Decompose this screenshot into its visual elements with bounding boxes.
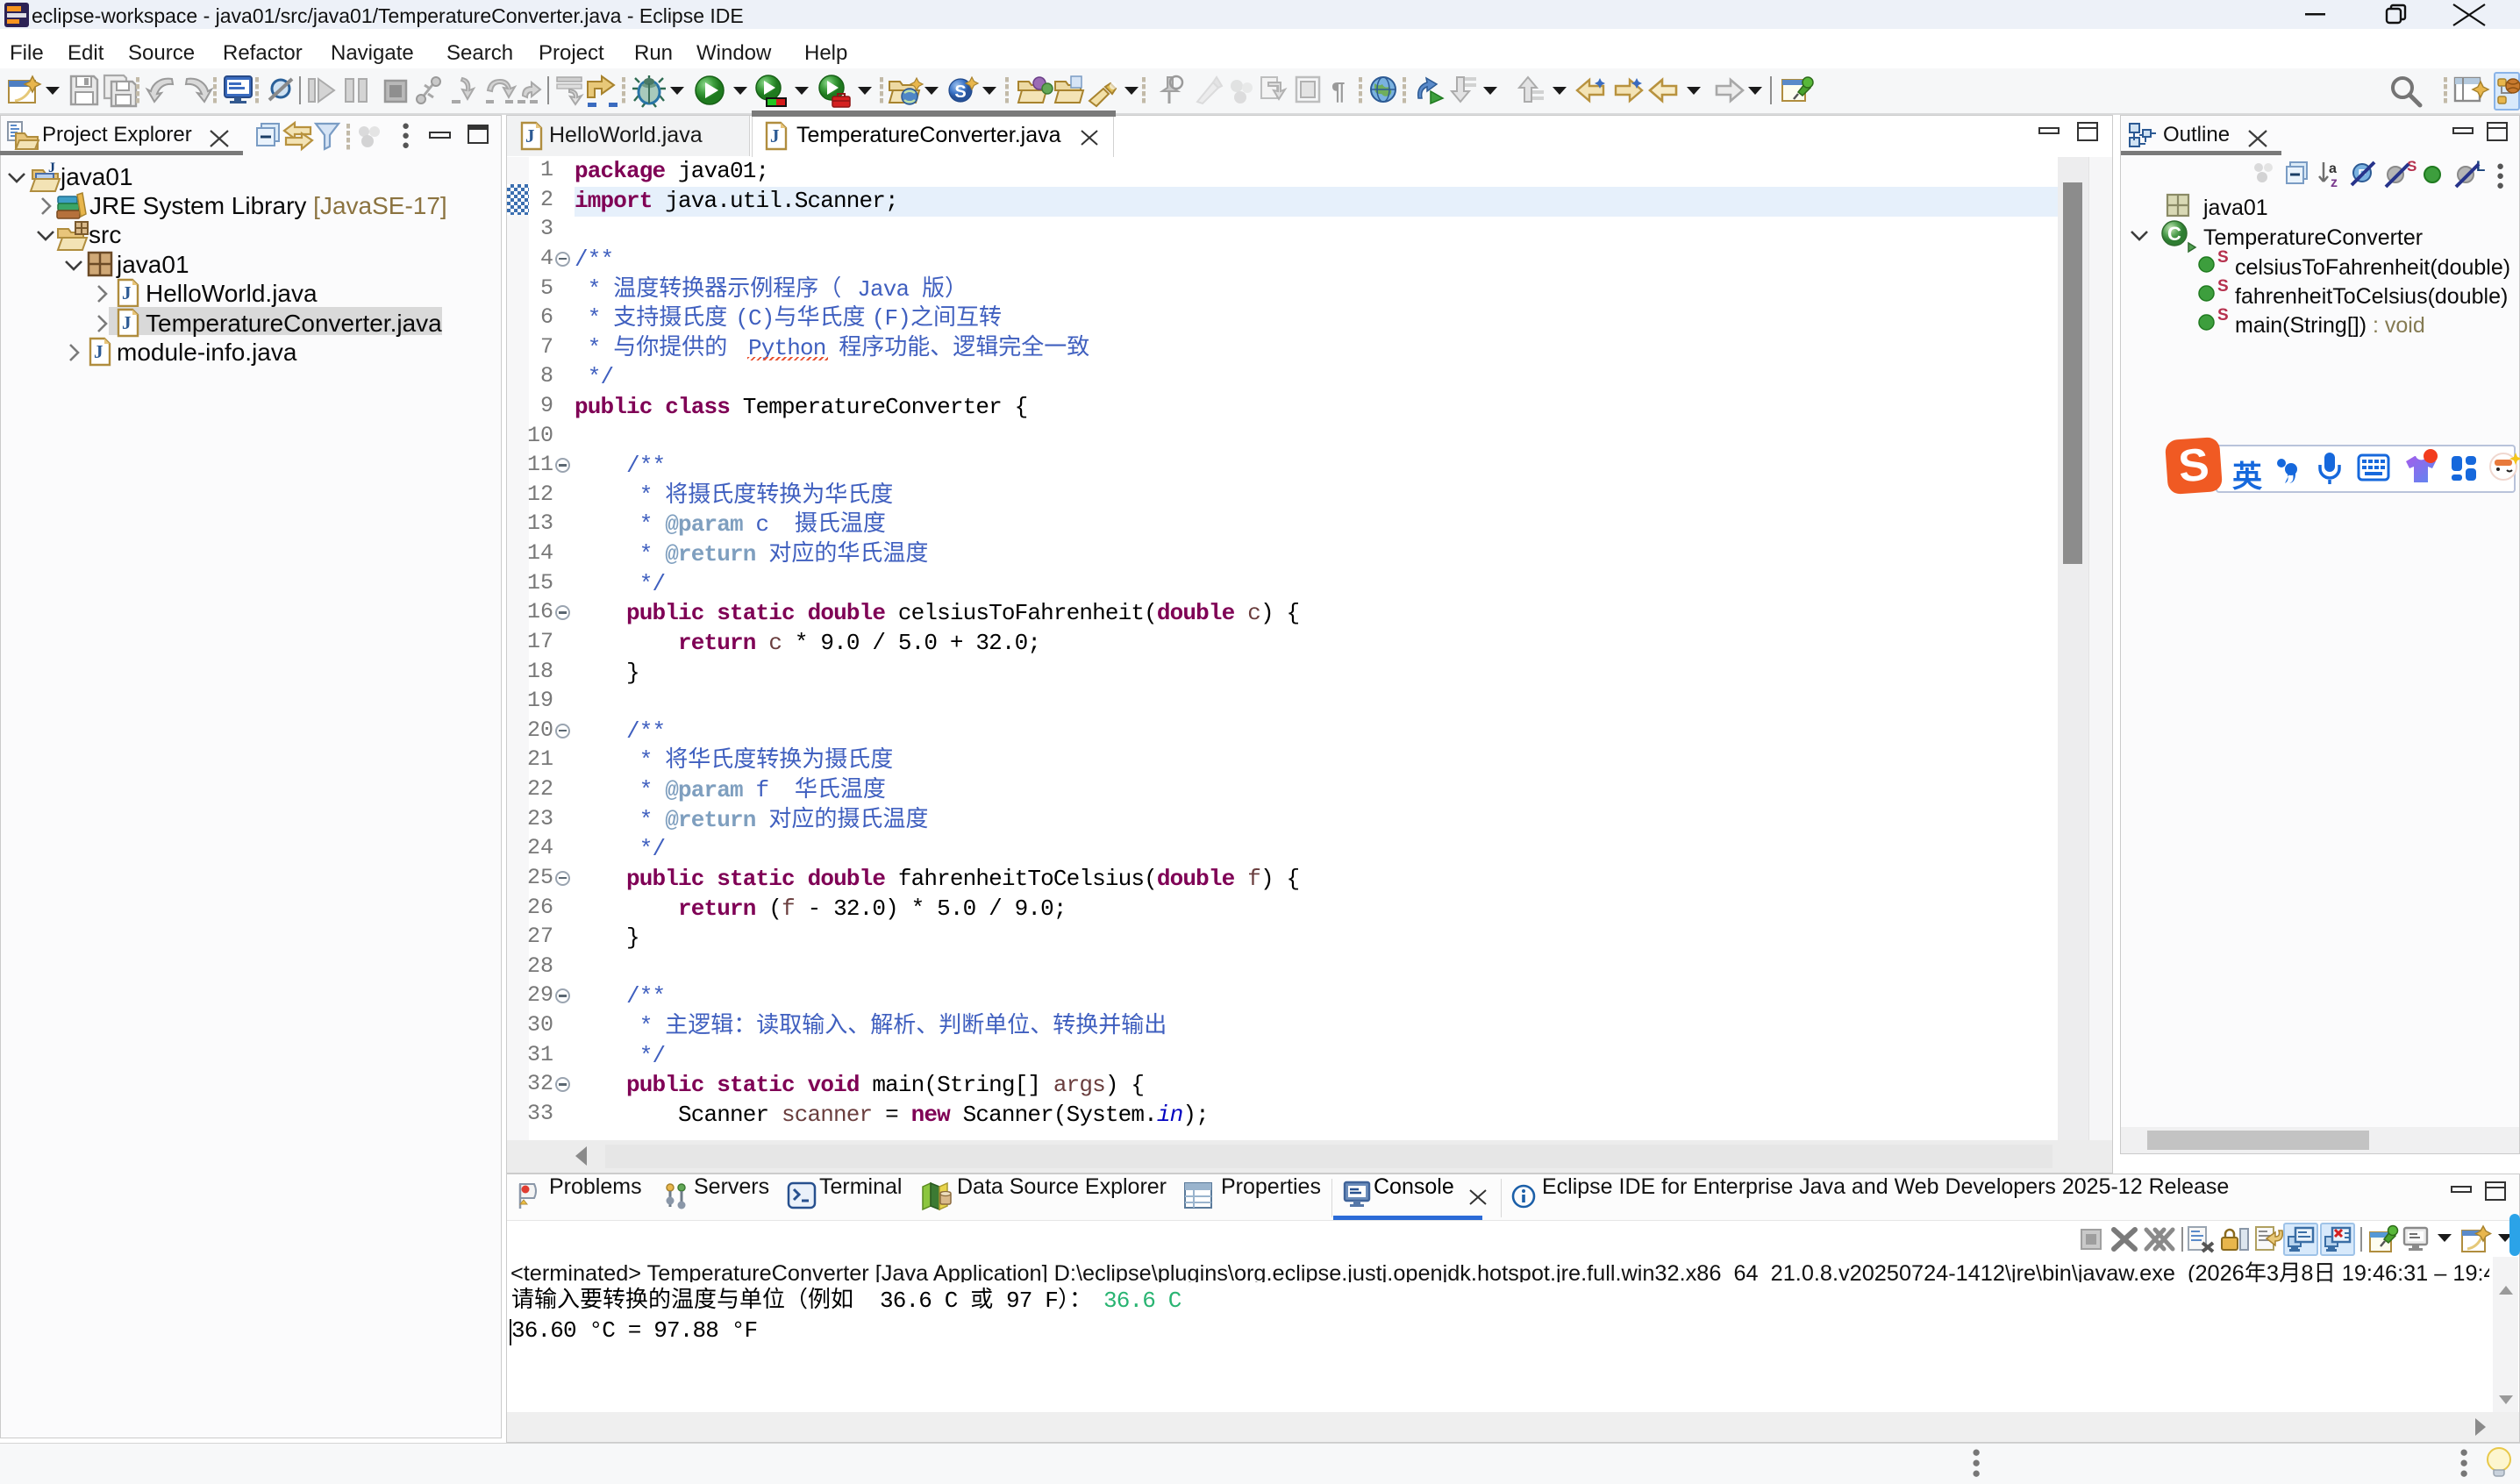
svg-text:z: z [2331, 175, 2338, 190]
svg-text:S: S [2176, 439, 2211, 493]
svg-text:J: J [770, 125, 780, 146]
svg-text:J: J [94, 341, 104, 362]
svg-text:S: S [954, 82, 966, 102]
svg-text:J: J [525, 125, 535, 146]
svg-text:C: C [2167, 223, 2181, 245]
svg-text:a: a [2329, 161, 2337, 176]
svg-text:J: J [122, 282, 132, 303]
svg-text:J: J [122, 312, 132, 333]
